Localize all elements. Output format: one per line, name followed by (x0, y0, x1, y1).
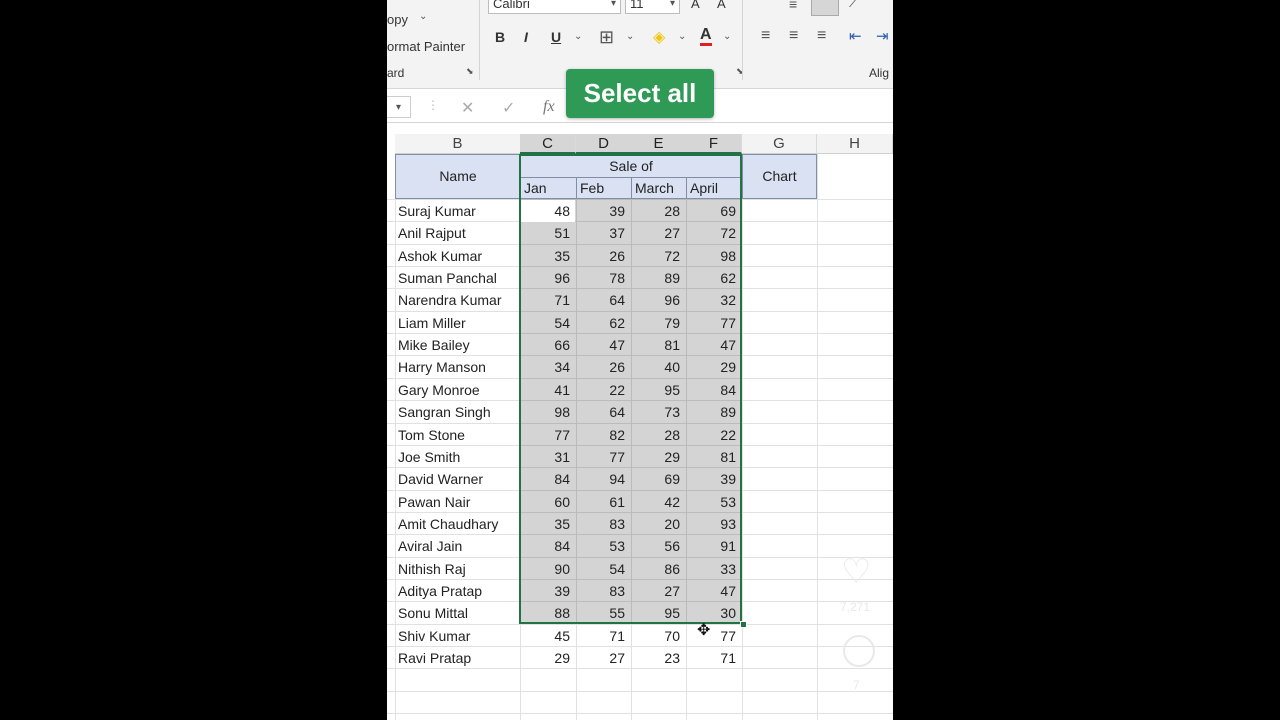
value-cell-march[interactable]: 23 (646, 647, 680, 669)
copy-button[interactable]: opy (387, 12, 408, 27)
align-middle-icon[interactable] (811, 0, 839, 16)
name-cell[interactable]: Shiv Kumar (398, 625, 470, 647)
name-cell[interactable]: Liam Miller (398, 312, 466, 334)
alignment-group-label: Alig (869, 66, 890, 80)
name-cell[interactable]: Sonu Mittal (398, 602, 468, 624)
column-header[interactable]: B (395, 134, 521, 154)
decrease-indent-icon[interactable]: ⇤ (849, 27, 862, 45)
font-name-value: Calibri (493, 0, 530, 11)
orientation-icon[interactable]: ⟋ (849, 0, 859, 11)
name-cell[interactable]: Ravi Pratap (398, 647, 471, 669)
fill-color-icon[interactable]: ◈ (653, 27, 665, 47)
value-cell-march[interactable]: 70 (646, 625, 680, 647)
align-center-icon[interactable]: ≡ (789, 27, 798, 45)
format-painter-button[interactable]: ormat Painter (387, 39, 465, 54)
align-top-icon[interactable]: ≡ (789, 0, 797, 12)
enter-icon[interactable]: ✓ (502, 98, 515, 118)
fill-handle[interactable] (740, 621, 747, 628)
underline-icon[interactable]: U (551, 29, 561, 45)
name-cell[interactable]: Anil Rajput (398, 222, 466, 244)
increase-indent-icon[interactable]: ⇥ (876, 27, 889, 45)
name-cell[interactable]: Sangran Singh (398, 401, 491, 423)
name-cell[interactable]: Narendra Kumar (398, 289, 502, 311)
chevron-down-icon[interactable]: ⌄ (574, 31, 582, 42)
comment-count: 7 (853, 678, 860, 692)
borders-icon[interactable]: ⊞ (599, 27, 614, 48)
bold-icon[interactable]: B (495, 29, 505, 45)
name-cell[interactable]: Amit Chaudhary (398, 513, 498, 535)
chevron-down-icon: ▾ (610, 0, 616, 9)
gridline (395, 154, 396, 720)
name-box-dropdown[interactable]: ▾ (387, 96, 411, 118)
gridline (387, 713, 893, 715)
comment-icon[interactable] (843, 635, 875, 667)
chevron-down-icon[interactable]: ⌄ (678, 31, 686, 42)
copy-dropdown-icon[interactable]: ⌄ (419, 11, 427, 22)
chevron-down-icon[interactable]: ⌄ (723, 31, 731, 42)
font-color-icon[interactable]: A (700, 27, 712, 46)
clipboard-launcher-icon[interactable]: ⬊ (466, 66, 474, 77)
name-cell[interactable]: Nithish Raj (398, 558, 466, 580)
increase-font-icon[interactable]: A (691, 0, 700, 11)
column-header[interactable]: G (742, 134, 817, 154)
ribbon-separator (479, 0, 480, 80)
more-options-icon: ⋮ (427, 98, 439, 112)
chart-header[interactable]: Chart (742, 154, 817, 199)
name-cell[interactable]: Pawan Nair (398, 491, 470, 513)
excel-window: opy ⌄ ormat Painter ard ⬊ Calibri ▾ 11 ▾… (387, 0, 893, 720)
name-cell[interactable]: Harry Manson (398, 356, 486, 378)
name-cell[interactable]: David Warner (398, 468, 483, 490)
font-size-value: 11 (630, 0, 644, 11)
value-cell-jan[interactable]: 45 (536, 625, 570, 647)
name-cell[interactable]: Tom Stone (398, 424, 465, 446)
align-left-icon[interactable]: ≡ (761, 27, 770, 45)
gridline (387, 690, 893, 692)
gridline (817, 154, 818, 720)
value-cell-jan[interactable]: 29 (536, 647, 570, 669)
value-cell-feb[interactable]: 71 (591, 625, 625, 647)
cursor-crosshair-icon: ✥ (697, 622, 711, 639)
column-header[interactable]: D (576, 134, 632, 154)
font-size-select[interactable]: 11 ▾ (625, 0, 680, 14)
selection-border (519, 154, 742, 624)
clipboard-group-label: ard (387, 66, 405, 80)
cancel-icon[interactable]: ✕ (461, 98, 474, 118)
align-right-icon[interactable]: ≡ (817, 27, 826, 45)
name-cell[interactable]: Gary Monroe (398, 379, 480, 401)
name-cell[interactable]: Aditya Pratap (398, 580, 482, 602)
column-header[interactable]: E (631, 134, 687, 154)
value-cell-feb[interactable]: 27 (591, 647, 625, 669)
italic-icon[interactable]: I (524, 29, 528, 45)
decrease-font-icon[interactable]: A (717, 0, 726, 11)
gridline (742, 154, 743, 720)
ribbon-separator (742, 0, 743, 80)
column-header[interactable]: H (817, 134, 893, 154)
name-cell[interactable]: Suraj Kumar (398, 200, 476, 222)
name-header[interactable]: Name (395, 154, 521, 199)
name-cell[interactable]: Joe Smith (398, 446, 460, 468)
chevron-down-icon[interactable]: ⌄ (626, 31, 634, 42)
name-cell[interactable]: Mike Bailey (398, 334, 470, 356)
like-count: 7,271 (840, 600, 871, 614)
select-all-callout: Select all (566, 69, 714, 118)
name-cell[interactable]: Suman Panchal (398, 267, 497, 289)
heart-icon[interactable]: ♡ (841, 552, 871, 592)
column-header[interactable]: F (686, 134, 742, 154)
insert-function-icon[interactable]: fx (543, 98, 555, 116)
name-cell[interactable]: Ashok Kumar (398, 245, 482, 267)
chevron-down-icon: ▾ (669, 0, 675, 9)
column-header[interactable]: C (520, 134, 576, 154)
name-cell[interactable]: Aviral Jain (398, 535, 462, 557)
value-cell-april[interactable]: 71 (702, 647, 736, 669)
font-name-select[interactable]: Calibri ▾ (488, 0, 621, 14)
